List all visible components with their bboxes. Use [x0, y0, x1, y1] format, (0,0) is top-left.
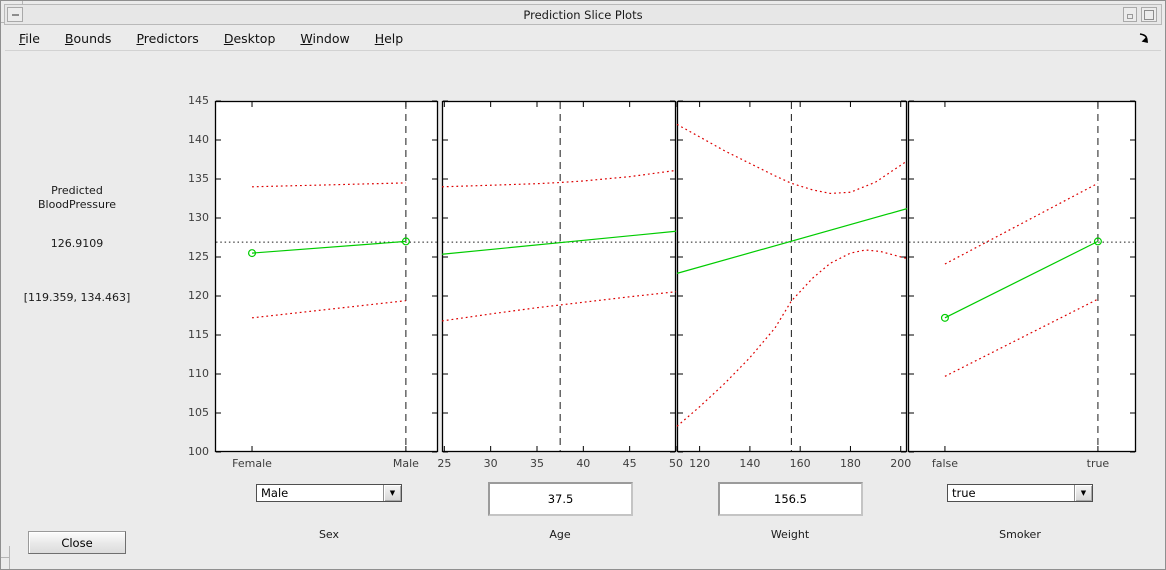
svg-text:120: 120 — [689, 457, 710, 470]
svg-text:40: 40 — [576, 457, 590, 470]
ytick-label: 125 — [188, 250, 209, 263]
ytick-label: 120 — [188, 289, 209, 302]
chevron-down-icon[interactable]: ▼ — [383, 485, 401, 501]
smoker-label: Smoker — [999, 528, 1041, 541]
svg-text:45: 45 — [623, 457, 637, 470]
ytick-label: 140 — [188, 133, 209, 146]
svg-text:30: 30 — [484, 457, 498, 470]
sex-label: Sex — [318, 528, 340, 541]
ytick-label: 145 — [188, 94, 209, 107]
svg-text:Male: Male — [393, 457, 419, 470]
smoker-dropdown-value: true — [952, 486, 976, 500]
ytick-label: 105 — [188, 406, 209, 419]
close-button[interactable]: Close — [28, 531, 126, 554]
ytick-label: 135 — [188, 172, 209, 185]
frame-notch — [9, 546, 10, 569]
ytick-label: 100 — [188, 445, 209, 458]
chevron-down-icon[interactable]: ▼ — [1074, 485, 1092, 501]
frame-notch — [1, 22, 5, 23]
svg-text:false: false — [932, 457, 958, 470]
svg-text:160: 160 — [790, 457, 811, 470]
age-input[interactable] — [488, 482, 633, 516]
ytick-label: 115 — [188, 328, 209, 341]
weight-input[interactable] — [718, 482, 863, 516]
svg-text:Female: Female — [232, 457, 272, 470]
sex-dropdown-value: Male — [261, 486, 289, 500]
svg-text:140: 140 — [739, 457, 760, 470]
smoker-dropdown[interactable]: true ▼ — [947, 484, 1093, 502]
svg-text:35: 35 — [530, 457, 544, 470]
prediction-slice-plots-window: Prediction Slice Plots File Bounds Predi… — [0, 0, 1166, 570]
svg-text:25: 25 — [437, 457, 451, 470]
ytick-label: 110 — [188, 367, 209, 380]
frame-notch — [22, 1, 23, 5]
slice-panel-sex[interactable]: Female Male — [214, 100, 439, 476]
weight-label: Weight — [770, 528, 810, 541]
ytick-label: 130 — [188, 211, 209, 224]
slice-panel-smoker[interactable]: false true — [907, 100, 1137, 476]
svg-text:180: 180 — [840, 457, 861, 470]
age-label: Age — [549, 528, 571, 541]
sex-dropdown[interactable]: Male ▼ — [256, 484, 402, 502]
frame-notch — [1, 557, 10, 558]
slice-panel-age[interactable]: 25 30 35 40 45 50 — [437, 100, 683, 476]
svg-text:true: true — [1087, 457, 1110, 470]
slice-panel-weight[interactable]: 120 140 160 180 200 — [676, 100, 911, 476]
